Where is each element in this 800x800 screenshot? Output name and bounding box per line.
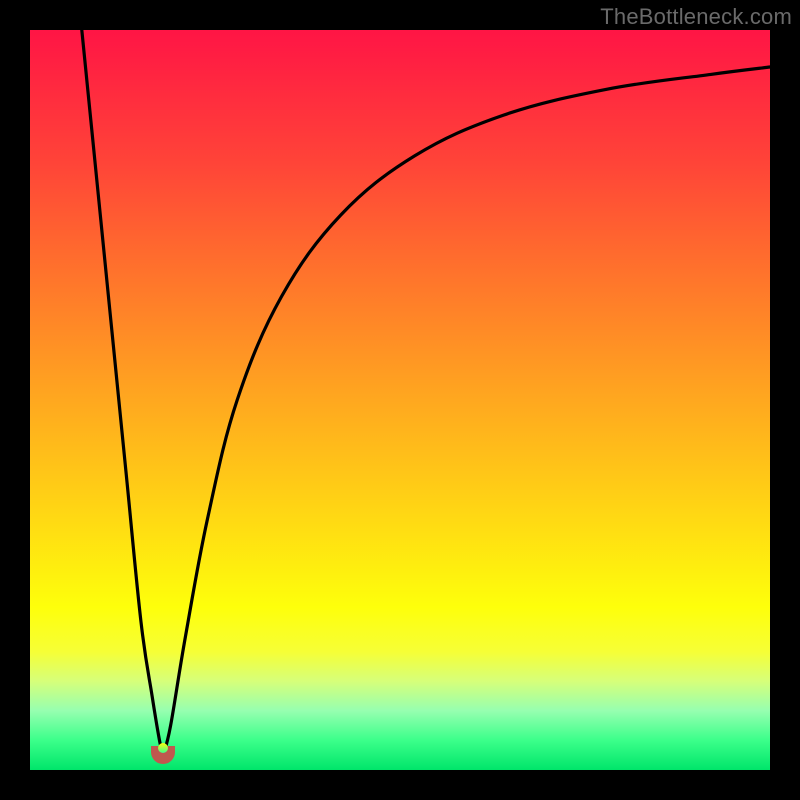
curve-left — [82, 30, 163, 755]
watermark-text: TheBottleneck.com — [600, 4, 792, 30]
curve-right — [163, 67, 770, 755]
curve-svg — [30, 30, 770, 770]
chart-frame: TheBottleneck.com — [0, 0, 800, 800]
plot-area — [30, 30, 770, 770]
